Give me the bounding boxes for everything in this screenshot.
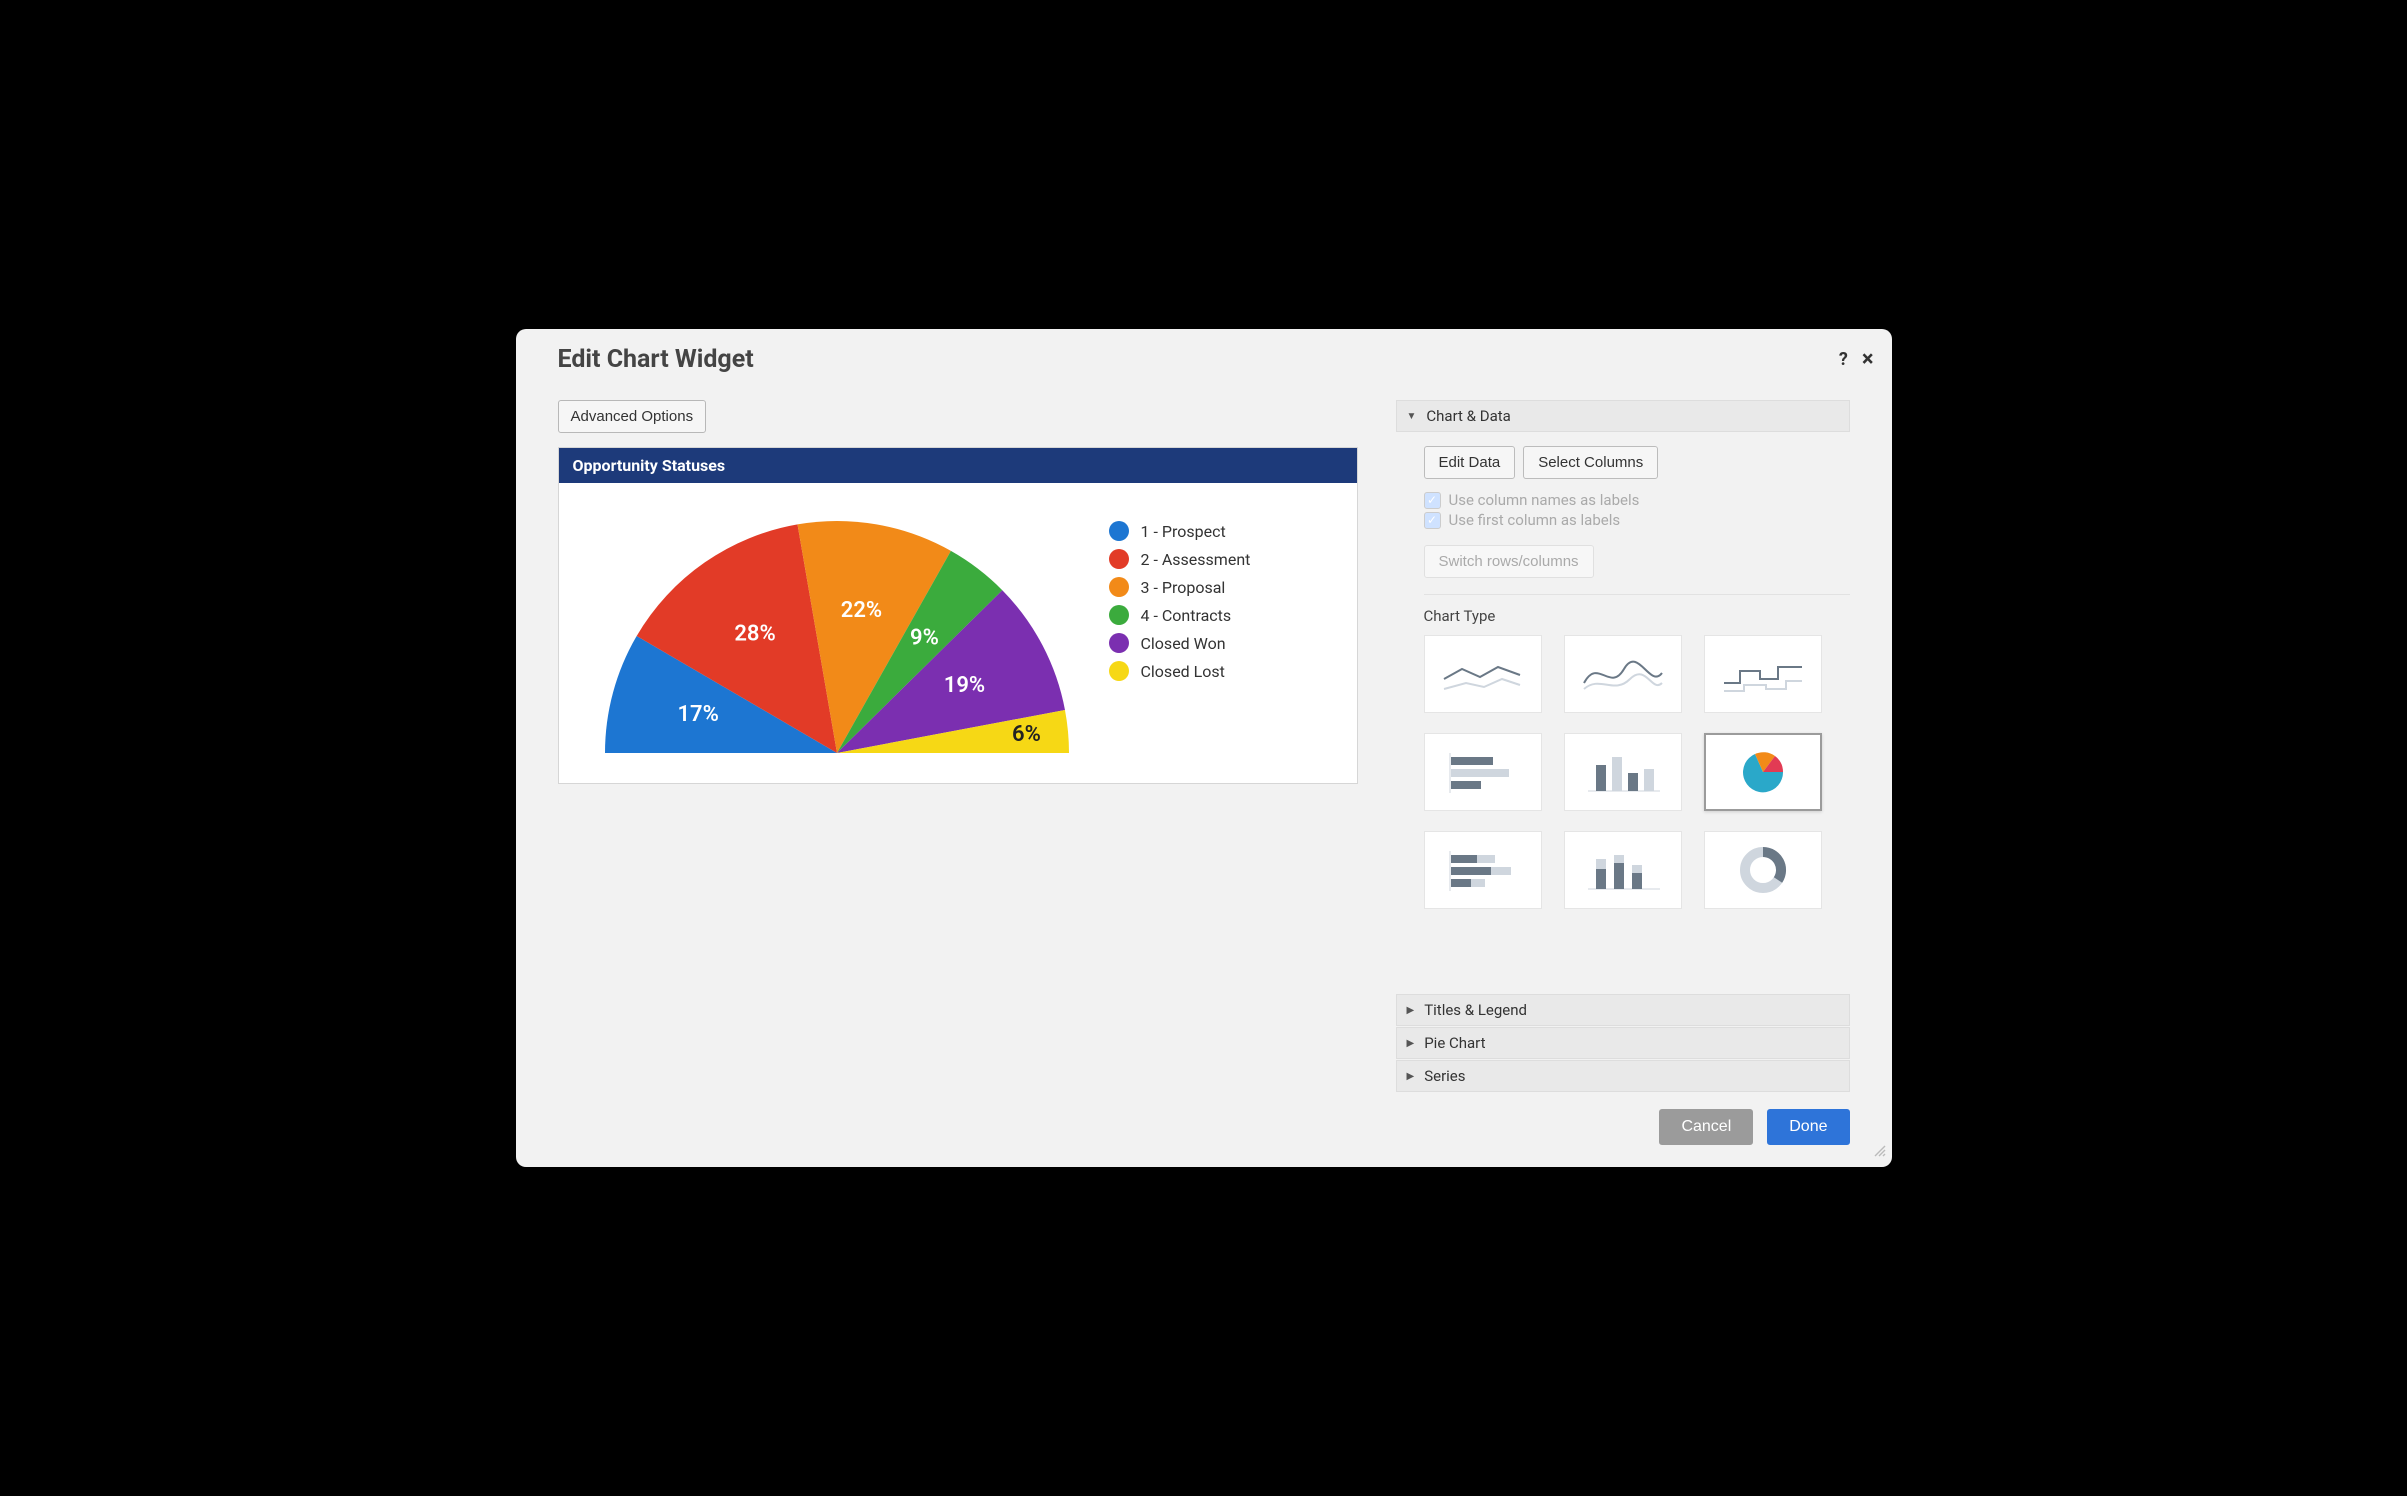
chart-type-bar-vertical[interactable] [1564, 733, 1682, 811]
chart-type-line[interactable] [1424, 635, 1542, 713]
close-icon[interactable]: × [1862, 347, 1874, 372]
legend-label: 4 - Contracts [1141, 606, 1232, 625]
switch-rows-columns-button: Switch rows/columns [1424, 545, 1594, 578]
checkbox-label: Use column names as labels [1449, 491, 1640, 509]
legend-label: Closed Lost [1141, 662, 1225, 681]
titlebar-actions: ? × [1839, 347, 1874, 372]
legend-swatch [1109, 633, 1129, 653]
pie-slice-label: 17% [677, 702, 718, 727]
line-icon [1440, 649, 1526, 699]
legend-swatch [1109, 521, 1129, 541]
legend-swatch [1109, 549, 1129, 569]
section-titles-and-legend[interactable]: ▶ Titles & Legend [1396, 994, 1850, 1026]
chart-and-data-body: Edit Data Select Columns ✓ Use column na… [1396, 432, 1850, 927]
dialog-title: Edit Chart Widget [558, 345, 754, 374]
chevron-right-icon: ▶ [1407, 1038, 1415, 1049]
legend-item: Closed Lost [1109, 661, 1251, 681]
bar-vertical-stacked-icon [1580, 845, 1666, 895]
pie-slice-label: 9% [910, 626, 939, 651]
pie-slice-label: 19% [943, 673, 984, 698]
chart-type-bar-horizontal[interactable] [1424, 733, 1542, 811]
chart-type-donut[interactable] [1704, 831, 1822, 909]
legend-item: 2 - Assessment [1109, 549, 1251, 569]
bar-horizontal-icon [1440, 747, 1526, 797]
divider [1424, 594, 1850, 595]
edit-data-button[interactable]: Edit Data [1424, 446, 1516, 479]
pie-slice-label: 28% [734, 622, 775, 647]
help-icon[interactable]: ? [1839, 349, 1848, 370]
legend-label: 2 - Assessment [1141, 550, 1251, 569]
cancel-button[interactable]: Cancel [1659, 1109, 1753, 1145]
left-pane: Advanced Options Opportunity Statuses 17… [558, 400, 1358, 1092]
pie-icon [1720, 747, 1806, 797]
legend-swatch [1109, 605, 1129, 625]
chart-body: 17% 28% 22% 9%19% 6% 1 - Prospect 2 - Assessm… [559, 483, 1357, 783]
done-button[interactable]: Done [1767, 1109, 1849, 1145]
legend-item: 1 - Prospect [1109, 521, 1251, 541]
chevron-right-icon: ▶ [1407, 1071, 1415, 1082]
pie-slice-label: 22% [840, 598, 881, 623]
chart-type-label: Chart Type [1424, 607, 1850, 625]
chart-type-grid [1424, 635, 1850, 909]
advanced-options-button[interactable]: Advanced Options [558, 400, 707, 433]
bar-vertical-icon [1580, 747, 1666, 797]
select-columns-button[interactable]: Select Columns [1523, 446, 1658, 479]
half-pie-chart: 17% 28% 22% 9%19% 6% [587, 503, 1087, 763]
chevron-down-icon: ▼ [1407, 411, 1417, 422]
checkbox-icon: ✓ [1424, 512, 1441, 529]
legend-item: 3 - Proposal [1109, 577, 1251, 597]
section-label: Series [1424, 1067, 1465, 1085]
spline-icon [1580, 649, 1666, 699]
legend-item: 4 - Contracts [1109, 605, 1251, 625]
content: Advanced Options Opportunity Statuses 17… [516, 374, 1892, 1092]
right-pane: ▼ Chart & Data Edit Data Select Columns … [1396, 400, 1850, 1092]
legend-label: Closed Won [1141, 634, 1226, 653]
legend-item: Closed Won [1109, 633, 1251, 653]
section-label: Pie Chart [1424, 1034, 1485, 1052]
legend-swatch [1109, 661, 1129, 681]
chart-legend: 1 - Prospect 2 - Assessment 3 - Proposal 4 … [1109, 503, 1251, 763]
chart-type-spline[interactable] [1564, 635, 1682, 713]
legend-label: 3 - Proposal [1141, 578, 1226, 597]
section-label: Chart & Data [1426, 407, 1510, 425]
section-label: Titles & Legend [1424, 1001, 1527, 1019]
checkbox-label: Use first column as labels [1449, 511, 1621, 529]
section-pie-chart[interactable]: ▶ Pie Chart [1396, 1027, 1850, 1059]
section-series[interactable]: ▶ Series [1396, 1060, 1850, 1092]
chart-card: Opportunity Statuses 17% 28% 22% 9%19% 6% 1 … [558, 447, 1358, 784]
chevron-right-icon: ▶ [1407, 1005, 1415, 1016]
chart-title: Opportunity Statuses [559, 448, 1357, 483]
resize-grip-icon[interactable] [1872, 1143, 1886, 1161]
checkbox-icon: ✓ [1424, 492, 1441, 509]
checkbox-use-first-column[interactable]: ✓ Use first column as labels [1424, 511, 1850, 529]
footer: Cancel Done [516, 1095, 1892, 1167]
chart-type-bar-vertical-stacked[interactable] [1564, 831, 1682, 909]
chart-type-bar-horizontal-stacked[interactable] [1424, 831, 1542, 909]
chart-type-pie[interactable] [1704, 733, 1822, 811]
section-chart-and-data[interactable]: ▼ Chart & Data [1396, 400, 1850, 432]
titlebar: Edit Chart Widget ? × [516, 329, 1892, 374]
dialog-window: Edit Chart Widget ? × Advanced Options O… [516, 329, 1892, 1167]
bar-horizontal-stacked-icon [1440, 845, 1526, 895]
chart-type-step[interactable] [1704, 635, 1822, 713]
checkbox-use-column-names[interactable]: ✓ Use column names as labels [1424, 491, 1850, 509]
legend-swatch [1109, 577, 1129, 597]
donut-icon [1720, 845, 1806, 895]
legend-label: 1 - Prospect [1141, 522, 1226, 541]
step-icon [1720, 649, 1806, 699]
pie-slice-label: 6% [1012, 722, 1041, 747]
